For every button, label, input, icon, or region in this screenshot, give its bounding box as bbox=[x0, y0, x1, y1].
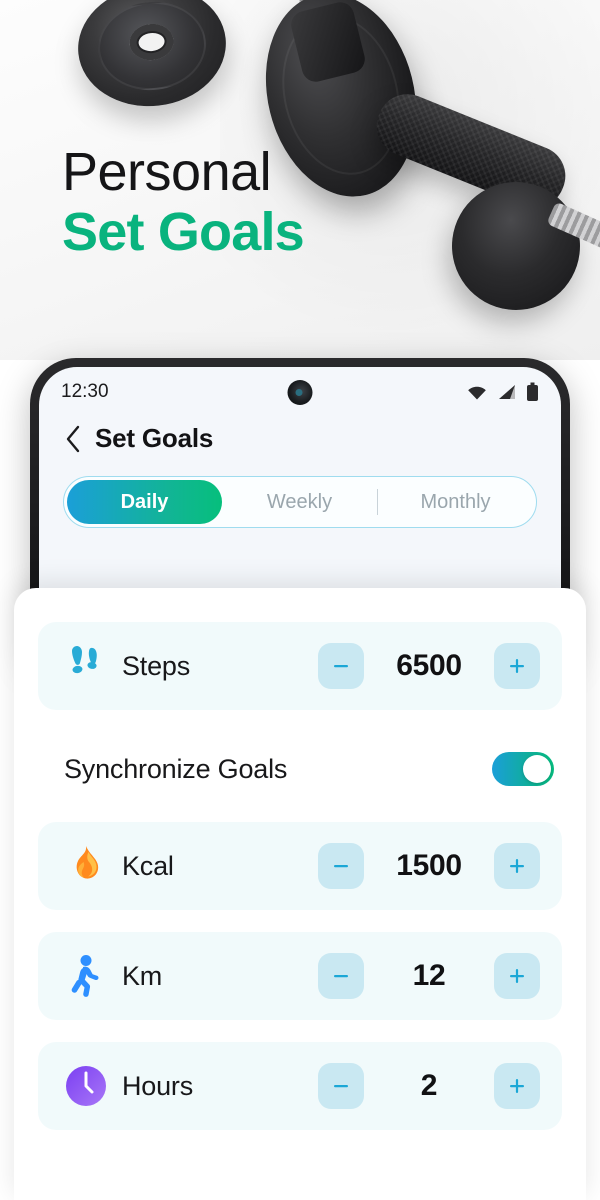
decrement-kcal-button[interactable] bbox=[318, 843, 364, 889]
minus-icon bbox=[334, 665, 348, 668]
goal-row-km[interactable]: Km 12 bbox=[38, 932, 562, 1020]
status-bar: 12:30 bbox=[39, 367, 561, 417]
running-person-icon bbox=[64, 954, 108, 998]
synchronize-goals-row[interactable]: Synchronize Goals bbox=[38, 732, 562, 806]
minus-icon bbox=[334, 975, 348, 978]
front-camera-icon bbox=[287, 380, 313, 405]
decrement-hours-button[interactable] bbox=[318, 1063, 364, 1109]
clock-icon bbox=[64, 1065, 108, 1107]
goal-row-steps[interactable]: Steps 6500 bbox=[38, 622, 562, 710]
plus-icon bbox=[510, 859, 524, 873]
increment-kcal-button[interactable] bbox=[494, 843, 540, 889]
goal-row-kcal[interactable]: Kcal 1500 bbox=[38, 822, 562, 910]
tab-daily[interactable]: Daily bbox=[67, 480, 222, 524]
footprints-icon bbox=[64, 645, 108, 687]
battery-icon bbox=[527, 382, 538, 401]
toggle-knob bbox=[523, 755, 551, 783]
stepper-hours: 2 bbox=[318, 1063, 540, 1109]
wifi-icon bbox=[468, 386, 486, 400]
status-icon-group bbox=[466, 382, 539, 402]
app-header: Set Goals bbox=[39, 417, 561, 470]
decrement-km-button[interactable] bbox=[318, 953, 364, 999]
flame-icon bbox=[64, 845, 108, 887]
goal-label-km: Km bbox=[122, 960, 163, 991]
plus-icon bbox=[510, 969, 524, 983]
increment-km-button[interactable] bbox=[494, 953, 540, 999]
increment-hours-button[interactable] bbox=[494, 1063, 540, 1109]
goal-value-kcal[interactable]: 1500 bbox=[364, 849, 494, 883]
tab-weekly-label: Weekly bbox=[266, 490, 333, 513]
stepper-kcal: 1500 bbox=[318, 843, 540, 889]
status-time: 12:30 bbox=[61, 381, 109, 402]
goal-row-hours[interactable]: Hours 2 bbox=[38, 1042, 562, 1130]
decrement-steps-button[interactable] bbox=[318, 643, 364, 689]
tab-monthly-label: Monthly bbox=[420, 490, 491, 513]
minus-icon bbox=[334, 865, 348, 868]
minus-icon bbox=[334, 1085, 348, 1088]
goal-label-steps: Steps bbox=[122, 650, 191, 681]
period-tabs: Daily Weekly Monthly bbox=[63, 476, 537, 528]
goal-label-kcal: Kcal bbox=[122, 850, 174, 881]
goal-value-steps[interactable]: 6500 bbox=[364, 649, 494, 683]
tab-monthly[interactable]: Monthly bbox=[378, 480, 533, 524]
synchronize-goals-label: Synchronize Goals bbox=[64, 753, 288, 784]
goals-sheet: Steps 6500 Synchronize Goals Kcal 1500 K… bbox=[14, 588, 586, 1200]
stepper-steps: 6500 bbox=[318, 643, 540, 689]
cellular-signal-icon bbox=[499, 385, 515, 399]
tab-weekly[interactable]: Weekly bbox=[222, 480, 377, 524]
headline-bottom-line: Set Goals bbox=[62, 201, 305, 262]
goal-label-hours: Hours bbox=[122, 1070, 194, 1101]
increment-steps-button[interactable] bbox=[494, 643, 540, 689]
weight-plate-left bbox=[72, 0, 232, 114]
goal-value-km[interactable]: 12 bbox=[364, 959, 494, 993]
goal-value-hours[interactable]: 2 bbox=[364, 1069, 494, 1103]
plus-icon bbox=[510, 1079, 524, 1093]
page-title: Set Goals bbox=[95, 423, 214, 453]
tab-daily-label: Daily bbox=[120, 490, 169, 513]
chevron-left-icon[interactable] bbox=[65, 425, 81, 453]
plus-icon bbox=[510, 659, 524, 673]
stepper-km: 12 bbox=[318, 953, 540, 999]
headline-top-line: Personal bbox=[62, 142, 272, 202]
hero-headline: Personal Set Goals bbox=[62, 142, 305, 263]
synchronize-goals-toggle[interactable] bbox=[492, 752, 554, 786]
